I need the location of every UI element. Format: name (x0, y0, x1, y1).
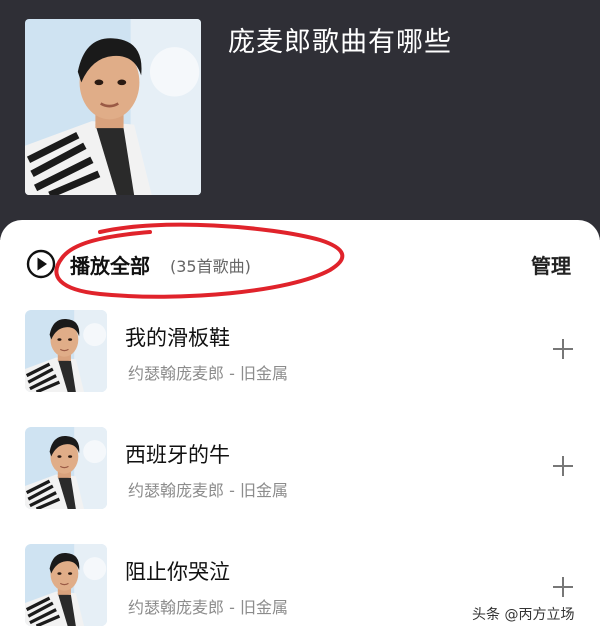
playlist-header: 庞麦郎歌曲有哪些 (0, 0, 600, 240)
song-row[interactable]: 西班牙的牛 约瑟翰庞麦郎 - 旧金属 (0, 427, 600, 527)
song-subtitle: 约瑟翰庞麦郎 - 旧金属 (128, 598, 288, 617)
song-subtitle: 约瑟翰庞麦郎 - 旧金属 (128, 364, 288, 383)
song-cover (25, 544, 107, 626)
play-all-row: 播放全部 (35首歌曲) 管理 (0, 242, 600, 286)
add-to-playlist-icon[interactable] (550, 453, 576, 479)
artist-portrait-image (25, 544, 107, 626)
song-title: 西班牙的牛 (125, 443, 230, 467)
song-cover (25, 427, 107, 509)
song-cover (25, 310, 107, 392)
add-to-playlist-icon[interactable] (550, 574, 576, 600)
playlist-cover[interactable] (25, 19, 201, 195)
playlist-title: 庞麦郎歌曲有哪些 (228, 27, 452, 58)
play-circle-icon[interactable] (26, 249, 56, 279)
artist-portrait-image (25, 310, 107, 392)
manage-button[interactable]: 管理 (531, 250, 571, 279)
watermark: 头条 @丙方立场 (472, 607, 575, 623)
add-to-playlist-icon[interactable] (550, 336, 576, 362)
song-title: 我的滑板鞋 (125, 326, 230, 350)
play-all-button[interactable]: 播放全部 (70, 250, 150, 279)
artist-portrait-image (25, 427, 107, 509)
song-count: (35首歌曲) (170, 257, 251, 276)
song-list-panel: 播放全部 (35首歌曲) 管理 我的滑板鞋 约瑟翰庞麦郎 - 旧金属 西班牙的牛… (0, 220, 600, 636)
song-row[interactable]: 我的滑板鞋 约瑟翰庞麦郎 - 旧金属 (0, 310, 600, 410)
artist-portrait-image (25, 19, 201, 195)
song-subtitle: 约瑟翰庞麦郎 - 旧金属 (128, 481, 288, 500)
song-title: 阻止你哭泣 (125, 560, 230, 584)
